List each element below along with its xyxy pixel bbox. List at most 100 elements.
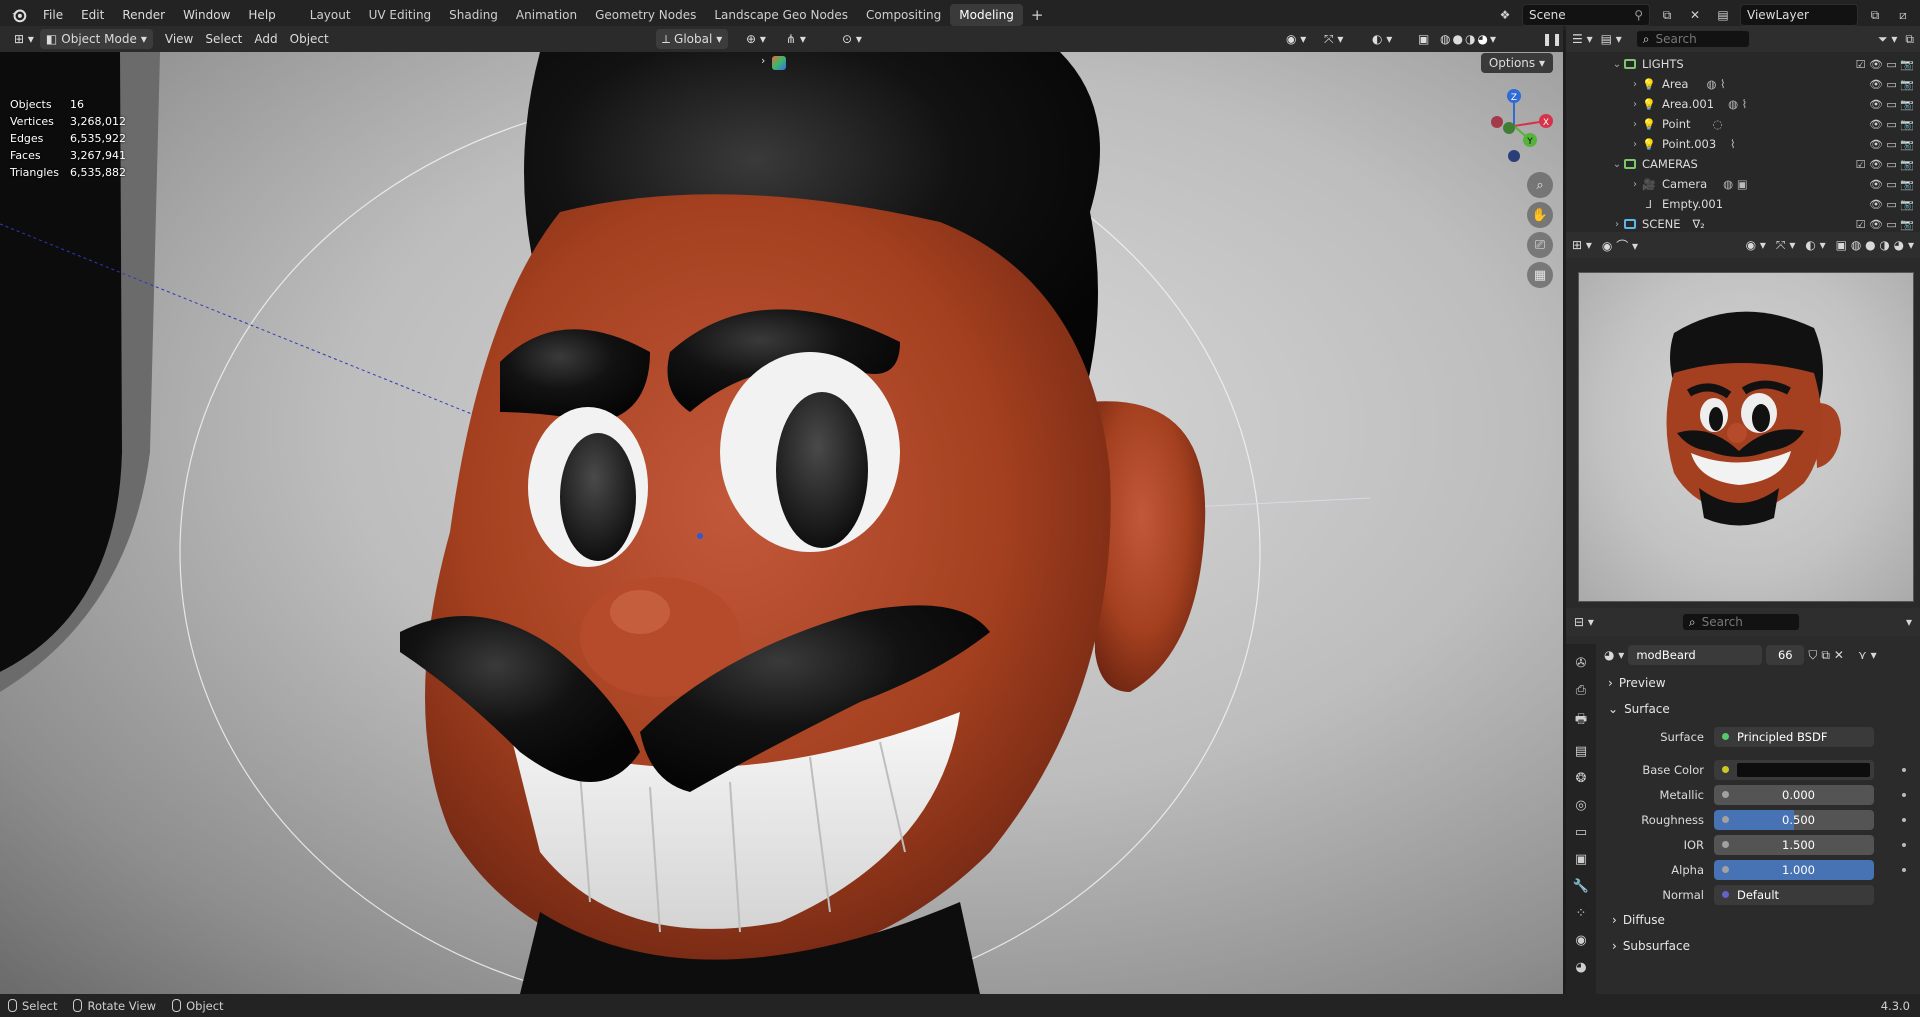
tab-uv-editing[interactable]: UV Editing [360, 4, 441, 26]
scene-tab-icon[interactable]: ❂ [1576, 771, 1587, 786]
overlays-icon[interactable]: ◐ ▾ [1366, 29, 1398, 49]
navigation-gizmo[interactable]: Z X Y [1474, 86, 1554, 166]
metallic-field[interactable]: 0.000 [1714, 784, 1874, 805]
snap-icon[interactable]: ⋔ ▾ [780, 29, 812, 49]
wireframe-shading-icon[interactable]: ◍ [1440, 32, 1450, 46]
outliner-item-camera[interactable]: › 🎥 Camera ◍ ▣ 👁 ▭ 📷 [1566, 174, 1920, 194]
chevron-down-icon[interactable]: ▾ [1906, 615, 1912, 629]
scene-selector[interactable]: Scene ⚲ [1522, 4, 1650, 26]
render-tab-icon[interactable]: ⎙ [1576, 683, 1586, 698]
expand-icon[interactable]: › [1628, 79, 1642, 90]
visibility-toggles[interactable]: ☑ 👁 ▭ 📷 [1856, 58, 1914, 71]
pin-icon[interactable]: ⚲ [1634, 8, 1643, 22]
blender-logo-icon[interactable] [10, 6, 28, 24]
pause-render-icon[interactable]: ❚❚ [1536, 29, 1568, 49]
camera-view-icon[interactable]: ⎚ [1527, 232, 1553, 258]
section-subsurface[interactable]: › Subsurface [1600, 933, 1920, 959]
modifier-tab-icon[interactable]: 🔧 [1573, 879, 1589, 894]
visibility-toggles[interactable]: ☑ 👁 ▭ 📷 [1856, 158, 1914, 171]
section-diffuse[interactable]: › Diffuse [1600, 907, 1920, 933]
visibility-icon[interactable]: ◉ ▾ [1746, 238, 1766, 252]
normal-field[interactable]: Default [1714, 884, 1874, 905]
add-workspace-icon[interactable]: + [1023, 6, 1052, 24]
material-shading-icon[interactable]: ◑ [1465, 32, 1475, 46]
properties-search[interactable]: ⌕ Search [1681, 613, 1800, 631]
visibility-toggles[interactable]: 👁 ▭ 📷 [1869, 118, 1914, 131]
tab-shading[interactable]: Shading [440, 4, 507, 26]
particles-tab-icon[interactable]: ⁘ [1576, 906, 1587, 921]
material-tab-icon[interactable]: ◕ [1575, 960, 1586, 975]
outliner-item-point[interactable]: › 💡 Point ◌ 👁 ▭ 📷 [1566, 114, 1920, 134]
expand-icon[interactable]: ⌄ [1610, 159, 1624, 170]
visibility-toggles[interactable]: 👁 ▭ 📷 [1869, 78, 1914, 91]
remove-view-layer-icon[interactable]: ⧄ [1892, 4, 1914, 26]
material-slot-link-icon[interactable]: ⋎ ▾ [1858, 648, 1877, 662]
filter-icon[interactable]: ⏷ ▾ [1878, 32, 1897, 47]
expand-icon[interactable]: ⌄ [1610, 59, 1624, 70]
new-scene-icon[interactable]: ⧉ [1656, 4, 1678, 26]
menu-select[interactable]: Select [199, 29, 248, 49]
keyframe-dot-icon[interactable] [1902, 842, 1906, 847]
zoom-icon[interactable]: ⌕ [1527, 172, 1553, 198]
outliner-item-scene[interactable]: › SCENE ∇₂ ☑ 👁 ▭ 📷 [1566, 214, 1920, 234]
editor-type-icon[interactable]: ⊟ ▾ [1574, 615, 1594, 629]
tool-tab-icon[interactable]: ✇ [1576, 656, 1587, 671]
tab-modeling[interactable]: Modeling [950, 4, 1023, 26]
collapse-toolbar-icon[interactable]: › [761, 54, 765, 67]
outliner-item-empty-001[interactable]: ⅃ Empty.001 👁 ▭ 📷 [1566, 194, 1920, 214]
close-scene-icon[interactable]: ✕ [1684, 4, 1706, 26]
visibility-toggles[interactable]: 👁 ▭ 📷 [1869, 98, 1914, 111]
tab-landscape-geo-nodes[interactable]: Landscape Geo Nodes [705, 4, 857, 26]
new-collection-icon[interactable]: ⧉ [1905, 32, 1914, 47]
chevron-down-icon[interactable]: ▾ [1490, 32, 1496, 46]
expand-icon[interactable]: › [1628, 139, 1642, 150]
gizmo-icon[interactable]: ⤧ ▾ [1776, 238, 1795, 253]
base-color-field[interactable] [1714, 759, 1874, 780]
unlink-material-icon[interactable]: ✕ [1834, 648, 1844, 662]
options-button[interactable]: Options ▾ [1480, 53, 1553, 73]
editor-type-icon[interactable]: ☰ ▾ [1572, 32, 1593, 46]
expand-icon[interactable]: › [1628, 179, 1642, 190]
editor-type-button[interactable]: ⊞ ▾ [8, 29, 40, 49]
section-surface[interactable]: ⌄ Surface [1600, 696, 1920, 722]
tab-compositing[interactable]: Compositing [857, 4, 950, 26]
outliner-search[interactable]: ⌕ Search [1635, 30, 1750, 48]
menu-view[interactable]: View [159, 29, 199, 49]
keyframe-dot-icon[interactable] [1902, 767, 1906, 772]
shading-icon[interactable]: ◉ ⌒ ▾ [1602, 237, 1638, 254]
menu-add[interactable]: Add [248, 29, 283, 49]
output-tab-icon[interactable]: 🖶 [1575, 710, 1587, 732]
duplicate-material-icon[interactable]: ⧉ [1821, 648, 1830, 663]
view-layer-tab-icon[interactable]: ▤ [1575, 744, 1587, 759]
fake-user-icon[interactable]: ⛉ [1808, 648, 1817, 663]
object-tab-icon[interactable]: ▣ [1575, 852, 1587, 867]
ortho-toggle-icon[interactable]: ▦ [1527, 262, 1553, 288]
expand-icon[interactable]: › [1628, 99, 1642, 110]
menu-object[interactable]: Object [284, 29, 335, 49]
alpha-field[interactable]: 1.000 [1714, 859, 1874, 880]
outliner-item-cameras[interactable]: ⌄ CAMERAS ☑ 👁 ▭ 📷 [1566, 154, 1920, 174]
expand-icon[interactable]: › [1628, 119, 1642, 130]
collection-tab-icon[interactable]: ▭ [1575, 825, 1587, 840]
keyframe-dot-icon[interactable] [1902, 817, 1906, 822]
pivot-point-icon[interactable]: ⊕ ▾ [740, 29, 772, 49]
material-user-count[interactable]: 66 [1766, 645, 1805, 665]
proportional-edit-icon[interactable]: ⊙ ▾ [836, 29, 868, 49]
keyframe-dot-icon[interactable] [1902, 867, 1906, 872]
editor-type-icon[interactable]: ⊞ ▾ [1572, 238, 1592, 252]
transform-orientation-selector[interactable]: ⟂ Global ▾ [656, 29, 729, 49]
shading-modes-icon[interactable]: ▣ ◍ ● ◑ ◕ ▾ [1836, 238, 1914, 252]
new-view-layer-icon[interactable]: ⧉ [1864, 4, 1886, 26]
pan-hand-icon[interactable]: ✋ [1527, 202, 1553, 228]
visibility-icon[interactable]: ◉ ▾ [1280, 29, 1312, 49]
mode-selector[interactable]: ◧ Object Mode ▾ [39, 29, 153, 49]
asset-icon[interactable] [772, 56, 786, 70]
visibility-toggles[interactable]: 👁 ▭ 📷 [1869, 198, 1914, 211]
section-preview[interactable]: › Preview [1600, 670, 1920, 696]
material-name-field[interactable]: modBeard [1628, 645, 1763, 665]
roughness-field[interactable]: 0.500 [1714, 809, 1874, 830]
expand-icon[interactable]: › [1610, 219, 1624, 230]
outliner-item-area[interactable]: › 💡 Area ◍ ⌇ 👁 ▭ 📷 [1566, 74, 1920, 94]
visibility-toggles[interactable]: 👁 ▭ 📷 [1869, 178, 1914, 191]
scene-type-icon[interactable]: ❖ [1494, 4, 1516, 26]
